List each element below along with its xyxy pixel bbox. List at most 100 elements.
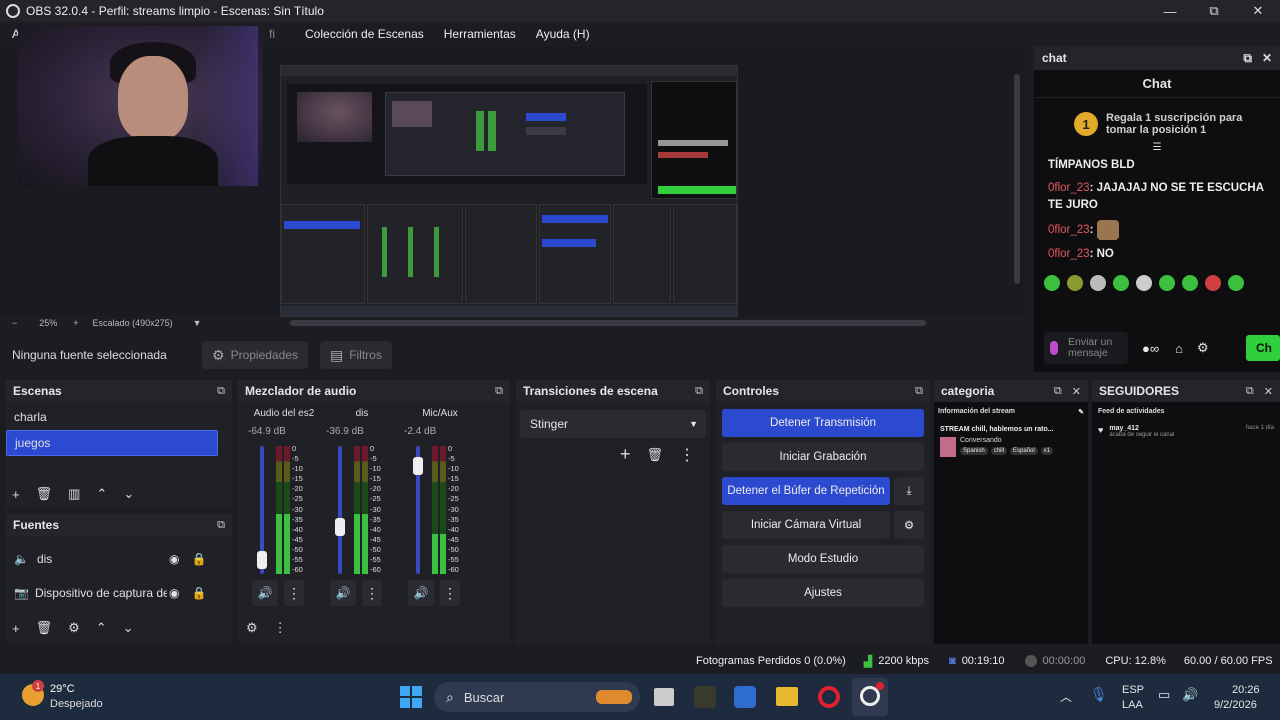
mic-icon[interactable] (1050, 341, 1058, 355)
scene-item[interactable]: charla (6, 404, 232, 430)
channel-menu-icon[interactable]: ⋮ (440, 580, 460, 606)
clock-time[interactable]: 20:26 (1232, 684, 1260, 696)
settings-button[interactable]: Ajustes (722, 579, 924, 607)
zoom-out-button[interactable]: − (12, 318, 17, 328)
clock-date[interactable]: 9/2/2026 (1214, 699, 1257, 711)
lock-icon[interactable]: 🔒 (191, 552, 206, 566)
file-explorer-icon[interactable] (776, 687, 798, 706)
stop-stream-button[interactable]: Detener Transmisión (722, 409, 924, 437)
edit-icon[interactable]: ✎ (1078, 408, 1084, 416)
network-icon[interactable]: ▭ (1158, 687, 1170, 703)
emote-icon[interactable] (1090, 275, 1106, 291)
language-code[interactable]: ESP (1122, 684, 1144, 696)
volume-slider-handle[interactable] (335, 517, 345, 536)
chat-send-button[interactable]: Ch (1246, 335, 1280, 361)
undock-icon[interactable]: ⧉ (495, 385, 503, 398)
filters-button[interactable]: ▤ Filtros (319, 341, 392, 369)
move-down-icon[interactable]: ⌄ (123, 486, 134, 502)
undock-icon[interactable]: ⧉ (915, 385, 923, 398)
emote-icon[interactable] (1067, 275, 1083, 291)
mute-button[interactable]: 🔊 (252, 580, 278, 606)
advanced-audio-icon[interactable]: ⚙ (246, 620, 258, 636)
source-item[interactable]: 🔈 dis ◉ 🔒 (6, 542, 232, 576)
preview-scrollbar-vertical[interactable] (1014, 74, 1020, 284)
close-button[interactable]: ✕ (1236, 0, 1280, 22)
visibility-eye-icon[interactable]: ◉ (169, 552, 179, 566)
menu-help[interactable]: Ayuda (H) (536, 27, 590, 41)
emote-icon[interactable] (1113, 275, 1129, 291)
remove-transition-icon[interactable]: 🗑 (647, 447, 664, 463)
windows-start-icon[interactable] (400, 686, 422, 708)
virtual-camera-settings-icon[interactable]: ⚙ (894, 511, 924, 539)
sub-gift-promo[interactable]: 1 Regala 1 suscripción para tomar la pos… (1034, 98, 1280, 146)
save-replay-icon[interactable]: ⤓ (894, 477, 924, 505)
remove-scene-icon[interactable]: 🗑 (36, 486, 53, 502)
add-source-icon[interactable]: + (12, 621, 20, 636)
store-icon[interactable]: ⌂ (1175, 341, 1183, 356)
stop-replay-buffer-button[interactable]: Detener el Búfer de Repetición (722, 477, 890, 505)
mute-button[interactable]: 🔊 (408, 580, 434, 606)
transition-menu-icon[interactable]: ⋮ (679, 445, 695, 465)
volume-slider-handle[interactable] (413, 457, 423, 475)
volume-slider-handle[interactable] (257, 550, 267, 569)
microphone-icon[interactable]: 🎙 (1090, 686, 1108, 703)
opera-icon[interactable] (818, 686, 840, 708)
mixer-menu-icon[interactable]: ⋮ (274, 620, 287, 636)
properties-button[interactable]: ⚙ Propiedades (202, 341, 308, 369)
source-properties-icon[interactable]: ⚙ (68, 620, 80, 636)
tray-chevron-icon[interactable]: ︿ (1060, 688, 1072, 705)
emote-icon[interactable] (1228, 275, 1244, 291)
obs-taskbar-button[interactable] (852, 678, 888, 716)
minimize-button[interactable]: — (1148, 0, 1192, 22)
taskbar-search[interactable]: ⌕ Buscar (434, 682, 640, 712)
start-recording-button[interactable]: Iniciar Grabación (722, 443, 924, 471)
undock-icon[interactable]: ⧉ (1246, 385, 1254, 398)
emote-icon[interactable] (1205, 275, 1221, 291)
volume-slider[interactable] (335, 446, 345, 574)
undock-icon[interactable]: ⧉ (695, 385, 703, 398)
emote-icon[interactable] (1136, 275, 1152, 291)
move-down-icon[interactable]: ⌄ (123, 620, 134, 636)
visibility-eye-icon[interactable]: ◉ (169, 586, 179, 600)
volume-slider[interactable] (257, 446, 267, 574)
volume-icon[interactable]: 🔊 (1182, 687, 1198, 703)
menu-scene-collection[interactable]: Colección de Escenas (305, 27, 424, 41)
expand-chevron-icon[interactable]: ☰ (1034, 142, 1280, 153)
zoom-dropdown-icon[interactable]: ▼ (193, 318, 202, 328)
preview-scrollbar-horizontal[interactable] (290, 320, 926, 326)
add-scene-icon[interactable]: + (12, 487, 20, 502)
game-app-icon[interactable] (694, 686, 716, 708)
undock-icon[interactable]: ⧉ (217, 385, 225, 398)
remove-source-icon[interactable]: 🗑 (36, 620, 53, 636)
menu-tools[interactable]: Herramientas (444, 27, 516, 41)
emote-icon[interactable] (1159, 275, 1175, 291)
studio-mode-button[interactable]: Modo Estudio (722, 545, 924, 573)
undock-icon[interactable]: ⧉ (217, 519, 225, 532)
undock-icon[interactable]: ⧉ (1243, 51, 1252, 66)
preview-canvas[interactable] (0, 26, 1030, 317)
chat-input[interactable]: Enviar un mensaje (1044, 332, 1128, 364)
channel-menu-icon[interactable]: ⋮ (284, 580, 304, 606)
transition-select[interactable]: Stinger ▼ (520, 410, 706, 438)
channel-menu-icon[interactable]: ⋮ (362, 580, 382, 606)
close-dock-icon[interactable]: ✕ (1072, 385, 1081, 398)
mute-button[interactable]: 🔊 (330, 580, 356, 606)
close-dock-icon[interactable]: ✕ (1262, 51, 1272, 66)
lock-icon[interactable]: 🔒 (191, 586, 206, 600)
move-up-icon[interactable]: ⌃ (96, 486, 107, 502)
zoom-in-button[interactable]: + (73, 318, 78, 328)
volume-slider[interactable] (413, 446, 423, 574)
emote-icon[interactable] (1044, 275, 1060, 291)
language-layout[interactable]: LAA (1122, 699, 1143, 711)
maximize-button[interactable]: ⧉ (1192, 0, 1236, 22)
emote-icon[interactable] (1182, 275, 1198, 291)
move-up-icon[interactable]: ⌃ (96, 620, 107, 636)
task-view-icon[interactable] (654, 688, 674, 706)
undock-icon[interactable]: ⧉ (1054, 385, 1062, 398)
source-item[interactable]: 📷 Dispositivo de captura de ◉ 🔒 (6, 576, 232, 610)
close-dock-icon[interactable]: ✕ (1264, 385, 1273, 398)
add-transition-icon[interactable]: + (620, 444, 631, 465)
start-virtual-camera-button[interactable]: Iniciar Cámara Virtual (722, 511, 890, 539)
scene-item-selected[interactable]: juegos (6, 430, 218, 456)
bits-icon[interactable]: ●∞ (1142, 341, 1159, 356)
